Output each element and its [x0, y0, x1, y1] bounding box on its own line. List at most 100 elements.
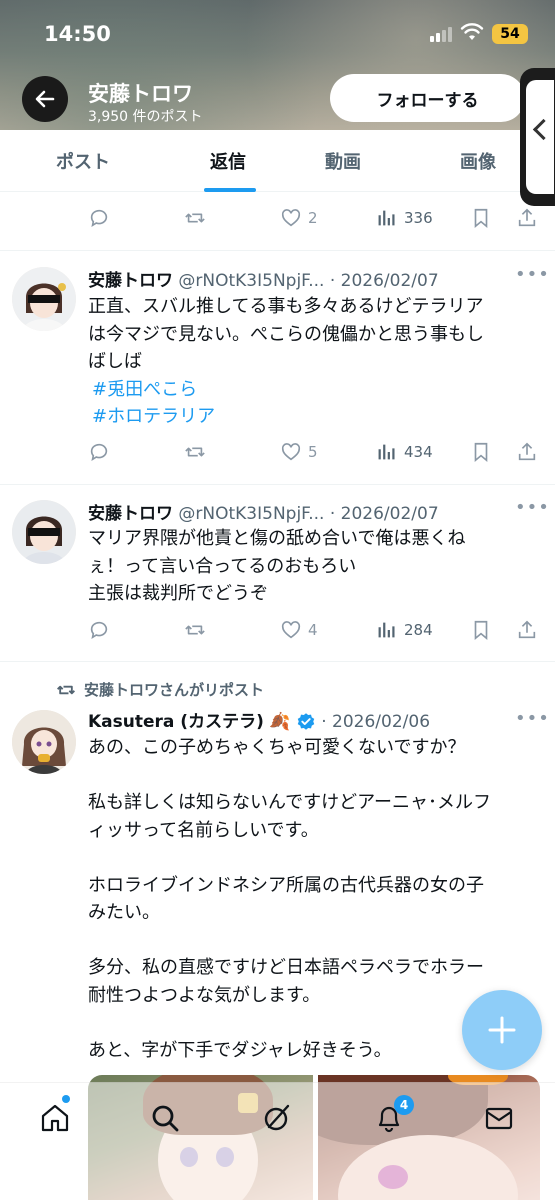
tab-replies[interactable]: 返信 [210, 148, 246, 174]
share-button[interactable] [516, 619, 538, 641]
reply-icon [90, 621, 108, 640]
avatar[interactable] [12, 710, 76, 774]
more-options-icon[interactable]: ••• [515, 264, 550, 285]
bookmark-button[interactable] [470, 619, 492, 641]
avatar[interactable] [12, 500, 76, 564]
home-icon [41, 1104, 69, 1132]
repost-icon [185, 447, 205, 457]
tweet-text-line: みたい。 [88, 902, 160, 923]
repost-label[interactable]: 安藤トロワさんがリポスト [84, 679, 264, 700]
plus-icon [488, 1016, 516, 1044]
hashtag-link[interactable]: #ホロテラリア [88, 403, 536, 431]
tweet-text-line: 多分、私の直感ですけど日本語ペラペラでホラー [88, 957, 484, 978]
repost-icon [185, 625, 205, 635]
follow-button[interactable]: フォローする [330, 74, 525, 122]
tweet-text-line [88, 762, 536, 790]
nav-messages[interactable] [482, 1101, 516, 1135]
profile-name: 安藤トロワ [88, 82, 193, 106]
bar-chart-icon [378, 210, 395, 226]
author-name[interactable]: Kasutera (カステラ) [88, 712, 264, 732]
leaf-emoji: 🍂 [269, 712, 291, 732]
share-button[interactable] [516, 207, 538, 229]
views-button[interactable]: 336 [376, 207, 433, 229]
wifi-icon [460, 23, 484, 40]
tweet-actions: 2 336 [88, 207, 540, 231]
profile-tabs: ポスト 返信 動画 画像 [0, 130, 555, 192]
tweet-text-line: あの、この子めちゃくちゃ可愛くないですか？ [88, 737, 466, 758]
view-count: 284 [404, 621, 433, 639]
bar-chart-icon [378, 622, 395, 638]
reply-button[interactable] [88, 207, 110, 229]
like-button[interactable]: 4 [280, 619, 318, 641]
like-count: 2 [308, 209, 318, 227]
bookmark-button[interactable] [470, 207, 492, 229]
tweet-actions: 4 284 [88, 619, 540, 643]
compose-button[interactable] [462, 990, 542, 1070]
tweet-actions: 5 434 [88, 441, 540, 465]
share-icon [518, 208, 536, 227]
tweet-date: · 2026/02/06 [321, 712, 431, 732]
author-name[interactable]: 安藤トロワ [88, 271, 173, 291]
tweet-divider [0, 250, 555, 251]
notification-badge: 4 [394, 1095, 414, 1115]
nav-grok[interactable] [260, 1101, 294, 1135]
tweet-text-line: マリア界隈が他責と傷の舐め合いで俺は悪くね [88, 528, 466, 549]
author-name[interactable]: 安藤トロワ [88, 504, 173, 524]
like-count: 4 [308, 621, 318, 639]
view-count: 434 [404, 443, 433, 461]
tab-posts[interactable]: ポスト [56, 148, 110, 174]
bottom-navigation: 4 [0, 1082, 555, 1200]
author-handle[interactable]: @rNOtK3I5NpjF... [178, 271, 324, 291]
reply-icon [90, 443, 108, 462]
home-unread-dot [62, 1095, 70, 1103]
avatar[interactable] [12, 267, 76, 331]
views-button[interactable]: 434 [376, 441, 433, 463]
like-button[interactable]: 5 [280, 441, 318, 463]
tweet-date: · 2026/02/07 [329, 504, 439, 524]
side-panel-handle[interactable] [520, 68, 555, 206]
like-count: 5 [308, 443, 318, 461]
post-count: 3,950 件のポスト [88, 109, 203, 125]
nav-home[interactable] [38, 1101, 72, 1135]
profile-header-banner: 14:50 54 安藤トロワ 3,950 件のポスト フォローする [0, 0, 555, 130]
tweet-text-line [88, 927, 536, 955]
tweet-text-line: ホロライブインドネシア所属の古代兵器の女の子 [88, 874, 484, 896]
share-icon [518, 620, 536, 639]
tab-images[interactable]: 画像 [460, 148, 496, 174]
repost-button[interactable] [184, 441, 206, 463]
tweet-text: 正直、スバル推してる事も多々あるけどテラリア は今マジで見ない。ぺこらの傀儡かと… [88, 293, 536, 431]
like-button[interactable]: 2 [280, 207, 318, 229]
tweet-text-line: 主張は裁判所でどうぞ [88, 583, 268, 604]
chevron-left-icon [526, 80, 554, 194]
more-options-icon[interactable]: ••• [515, 497, 550, 518]
share-button[interactable] [516, 441, 538, 463]
heart-icon [281, 621, 301, 639]
active-tab-indicator [204, 188, 256, 192]
reply-button[interactable] [88, 619, 110, 641]
bar-chart-icon [378, 444, 395, 460]
tweet-header: 安藤トロワ @rNOtK3I5NpjF... · 2026/02/07 [88, 499, 439, 524]
hashtag-link[interactable]: #兎田ぺこら [88, 376, 536, 404]
arrow-left-icon [35, 90, 55, 108]
author-handle[interactable]: @rNOtK3I5NpjF... [178, 504, 324, 524]
mail-icon [485, 1107, 513, 1130]
avatar-illustration [12, 500, 76, 564]
tweet-header: 安藤トロワ @rNOtK3I5NpjF... · 2026/02/07 [88, 266, 439, 291]
nav-search[interactable] [148, 1101, 182, 1135]
tweet-text: マリア界隈が他責と傷の舐め合いで俺は悪くね ぇ！って言い合ってるのおもろい 主張… [88, 525, 536, 608]
status-time: 14:50 [44, 22, 111, 46]
bookmark-button[interactable] [470, 441, 492, 463]
tweet-text-line: は今マジで見ない。ぺこらの傀儡かと思う事もし [88, 323, 484, 345]
views-button[interactable]: 284 [376, 619, 433, 641]
repost-button[interactable] [184, 619, 206, 641]
tweet-text-line: ィッサって名前らしいです。 [88, 819, 319, 841]
tab-videos[interactable]: 動画 [325, 148, 361, 174]
back-button[interactable] [22, 76, 68, 122]
view-count: 336 [404, 209, 433, 227]
reply-button[interactable] [88, 441, 110, 463]
tweet-header: Kasutera (カステラ) 🍂 · 2026/02/06 [88, 707, 430, 732]
repost-icon [57, 685, 75, 694]
cellular-signal-icon [430, 26, 454, 42]
repost-button[interactable] [184, 207, 206, 229]
more-options-icon[interactable]: ••• [515, 708, 550, 729]
